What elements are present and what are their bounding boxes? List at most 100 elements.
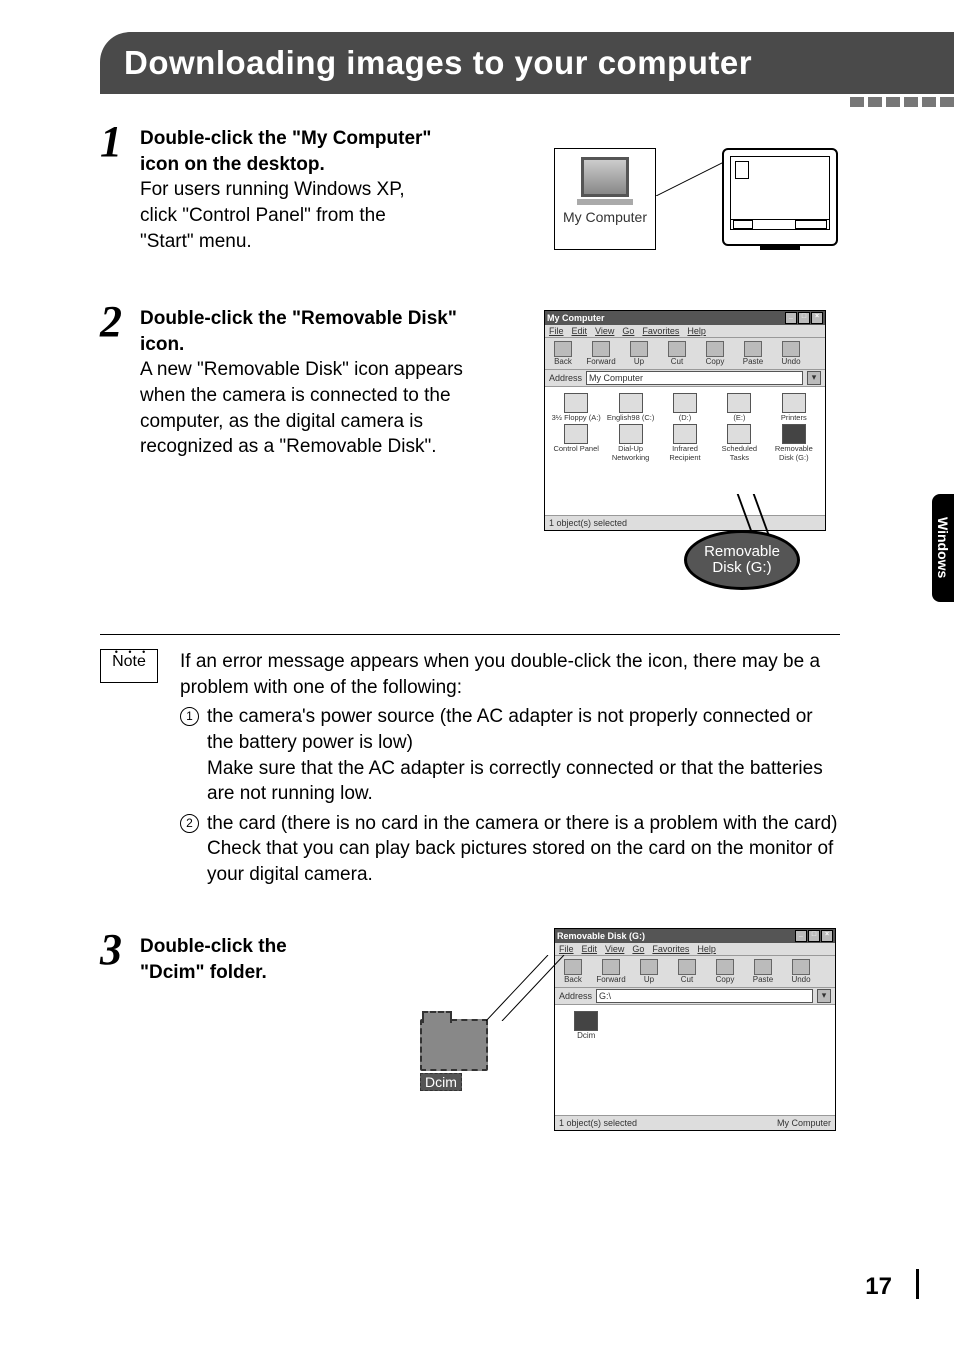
- tb-copy[interactable]: Copy: [711, 959, 739, 984]
- tb-paste[interactable]: Paste: [749, 959, 777, 984]
- step-body: Double-click the "Dcim" folder.: [140, 928, 340, 985]
- infrared[interactable]: Infrared Recipient: [660, 424, 710, 462]
- window-title: Removable Disk (G:): [557, 931, 645, 941]
- window-titlebar: Removable Disk (G:) _ □ ×: [555, 929, 835, 943]
- icon-area: Dcim: [555, 1005, 835, 1115]
- scheduled-tasks[interactable]: Scheduled Tasks: [714, 424, 764, 462]
- step3-figure: Removable Disk (G:) _ □ × File Edit View…: [420, 928, 836, 1148]
- circled-2-icon: 2: [180, 814, 199, 833]
- drive-floppy[interactable]: 3½ Floppy (A:): [551, 393, 601, 422]
- tb-cut[interactable]: Cut: [663, 341, 691, 366]
- address-dropdown-icon[interactable]: ▾: [807, 371, 821, 385]
- step-bold: Double-click the "My Computer" icon on t…: [140, 128, 431, 175]
- menu-favorites[interactable]: Favorites: [652, 944, 689, 954]
- address-label: Address: [549, 373, 582, 383]
- menu-edit[interactable]: Edit: [572, 326, 588, 336]
- menu-bar: File Edit View Go Favorites Help: [545, 325, 825, 338]
- minimize-icon[interactable]: _: [795, 930, 807, 942]
- callout-line1: Removable: [704, 544, 780, 561]
- menu-help[interactable]: Help: [697, 944, 716, 954]
- close-icon[interactable]: ×: [821, 930, 833, 942]
- close-icon[interactable]: ×: [811, 312, 823, 324]
- menu-edit[interactable]: Edit: [582, 944, 598, 954]
- maximize-icon[interactable]: □: [808, 930, 820, 942]
- menu-file[interactable]: File: [559, 944, 574, 954]
- tb-undo[interactable]: Undo: [777, 341, 805, 366]
- step-3-wrap: 3 Double-click the "Dcim" folder.: [100, 928, 340, 1015]
- my-computer-icon: My Computer: [554, 148, 656, 250]
- my-computer-label: My Computer: [555, 209, 655, 225]
- tb-up[interactable]: Up: [635, 959, 663, 984]
- menu-go[interactable]: Go: [622, 326, 634, 336]
- explorer-window-mycomputer: My Computer _ □ × File Edit View Go Favo…: [544, 310, 826, 531]
- circled-1-icon: 1: [180, 707, 199, 726]
- note-item-1: 1 the camera's power source (the AC adap…: [180, 704, 840, 807]
- dcim-callout: Dcim: [420, 1019, 488, 1092]
- tb-paste[interactable]: Paste: [739, 341, 767, 366]
- decorative-squares: [850, 97, 954, 107]
- address-bar: Address My Computer ▾: [545, 370, 825, 387]
- menu-file[interactable]: File: [549, 326, 564, 336]
- title-bar: Downloading images to your computer: [100, 32, 954, 94]
- step-body: Double-click the "My Computer" icon on t…: [140, 120, 440, 254]
- window-buttons: _ □ ×: [785, 312, 823, 324]
- step-text: A new "Removable Disk" icon appears when…: [140, 359, 463, 457]
- tb-up[interactable]: Up: [625, 341, 653, 366]
- note-section: Note If an error message appears when yo…: [100, 634, 840, 888]
- tb-cut[interactable]: Cut: [673, 959, 701, 984]
- step-bold: Double-click the "Removable Disk" icon.: [140, 308, 457, 355]
- page-number: 17: [865, 1273, 892, 1301]
- step1-figure: My Computer: [544, 148, 836, 258]
- drive-c[interactable]: English98 (C:): [605, 393, 655, 422]
- drive-d[interactable]: (D:): [660, 393, 710, 422]
- control-panel[interactable]: Control Panel: [551, 424, 601, 462]
- address-bar: Address G:\ ▾: [555, 988, 835, 1005]
- step-number: 3: [100, 928, 140, 985]
- dcim-folder-icon: [420, 1019, 488, 1071]
- page: Downloading images to your computer Wind…: [0, 0, 954, 1345]
- tb-undo[interactable]: Undo: [787, 959, 815, 984]
- menu-bar: File Edit View Go Favorites Help: [555, 943, 835, 956]
- minimize-icon[interactable]: _: [785, 312, 797, 324]
- removable-disk-callout: Removable Disk (G:): [684, 530, 800, 590]
- page-rule: [916, 1269, 919, 1299]
- note-body: If an error message appears when you dou…: [180, 649, 840, 888]
- printers[interactable]: Printers: [769, 393, 819, 422]
- tb-back[interactable]: Back: [549, 341, 577, 366]
- computer-icon: [575, 157, 635, 207]
- menu-go[interactable]: Go: [632, 944, 644, 954]
- status-bar: 1 object(s) selected My Computer: [555, 1115, 835, 1130]
- dialup[interactable]: Dial-Up Networking: [605, 424, 655, 462]
- menu-view[interactable]: View: [605, 944, 624, 954]
- address-value[interactable]: My Computer: [586, 371, 803, 385]
- status-bar: 1 object(s) selected: [545, 515, 825, 530]
- menu-favorites[interactable]: Favorites: [642, 326, 679, 336]
- note-badge: Note: [100, 649, 158, 683]
- toolbar: Back Forward Up Cut Copy Paste Undo: [545, 338, 825, 370]
- address-dropdown-icon[interactable]: ▾: [817, 989, 831, 1003]
- drive-e[interactable]: (E:): [714, 393, 764, 422]
- menu-view[interactable]: View: [595, 326, 614, 336]
- step-3: 3 Double-click the "Dcim" folder.: [100, 928, 340, 985]
- tb-copy[interactable]: Copy: [701, 341, 729, 366]
- note-item-1b: Make sure that the AC adapter is correct…: [207, 758, 823, 805]
- removable-disk[interactable]: Removable Disk (G:): [769, 424, 819, 462]
- step2-figure: My Computer _ □ × File Edit View Go Favo…: [544, 310, 836, 610]
- window-titlebar: My Computer _ □ ×: [545, 311, 825, 325]
- window-buttons: _ □ ×: [795, 930, 833, 942]
- status-right: My Computer: [777, 1116, 835, 1130]
- callout-leader: [486, 955, 566, 1021]
- status-left: 1 object(s) selected: [559, 1118, 637, 1128]
- arrow-icon: [656, 160, 728, 196]
- dcim-folder[interactable]: Dcim: [561, 1011, 611, 1040]
- menu-help[interactable]: Help: [687, 326, 706, 336]
- step-bold: Double-click the "Dcim" folder.: [140, 936, 287, 983]
- step-number: 1: [100, 120, 140, 254]
- note-intro: If an error message appears when you dou…: [180, 649, 840, 700]
- address-value[interactable]: G:\: [596, 989, 813, 1003]
- tb-forward[interactable]: Forward: [587, 341, 615, 366]
- toolbar: Back Forward Up Cut Copy Paste Undo: [555, 956, 835, 988]
- tb-forward[interactable]: Forward: [597, 959, 625, 984]
- maximize-icon[interactable]: □: [798, 312, 810, 324]
- note-item-2a: the card (there is no card in the camera…: [207, 813, 837, 834]
